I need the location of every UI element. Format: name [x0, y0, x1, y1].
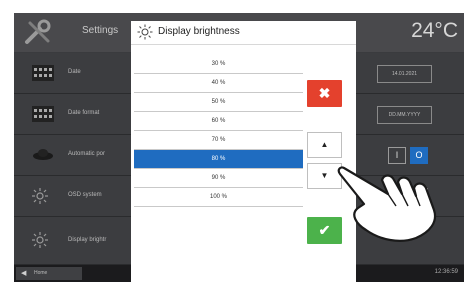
calendar-icon: [32, 65, 54, 86]
display-brightness-dialog: Display brightness 30 % 40 % 50 % 60 % 7…: [131, 21, 356, 282]
calendar-icon: [32, 106, 54, 127]
sun-icon: [137, 24, 153, 45]
page-title: Settings: [82, 25, 119, 36]
home-label: Home: [34, 270, 48, 276]
settings-row-label: Date format: [68, 110, 100, 116]
settings-row-label: Display brightr: [68, 237, 107, 243]
back-arrow-icon: ◀: [21, 270, 27, 277]
clock: 12:36:59: [434, 269, 458, 275]
dialog-title: Display brightness: [158, 26, 240, 37]
temperature-display: 24°C: [411, 19, 458, 42]
dialog-header: Display brightness: [131, 21, 356, 45]
list-item[interactable]: 30 %: [134, 55, 303, 74]
tools-icon: [24, 19, 54, 50]
settings-row-label: OSD system: [68, 192, 102, 198]
sun-icon: [32, 188, 48, 209]
home-button[interactable]: ◀ Home: [16, 267, 82, 280]
list-item[interactable]: 50 %: [134, 93, 303, 112]
scroll-up-button[interactable]: ▲: [307, 132, 342, 158]
list-item[interactable]: 70 %: [134, 131, 303, 150]
date-value-field[interactable]: 14.01.2021: [377, 65, 432, 83]
brightness-list: 30 % 40 % 50 % 60 % 70 % 80 % 90 % 100 %: [134, 55, 303, 207]
arrow-up-icon: ▲: [320, 140, 329, 149]
date-format-field[interactable]: DD.MM.YYYY: [377, 106, 432, 124]
list-item[interactable]: 100 %: [134, 188, 303, 207]
list-item-selected[interactable]: 80 %: [134, 150, 303, 169]
settings-row-label: Automatic por: [68, 151, 106, 157]
cancel-button[interactable]: ✖: [307, 80, 342, 107]
hat-icon: [32, 147, 54, 166]
list-item[interactable]: 60 %: [134, 112, 303, 131]
pointing-hand-icon: [330, 158, 450, 253]
close-icon: ✖: [318, 85, 331, 101]
list-item[interactable]: 90 %: [134, 169, 303, 188]
list-item[interactable]: 40 %: [134, 74, 303, 93]
settings-row-label: Date: [68, 69, 81, 75]
sun-icon: [32, 232, 48, 253]
